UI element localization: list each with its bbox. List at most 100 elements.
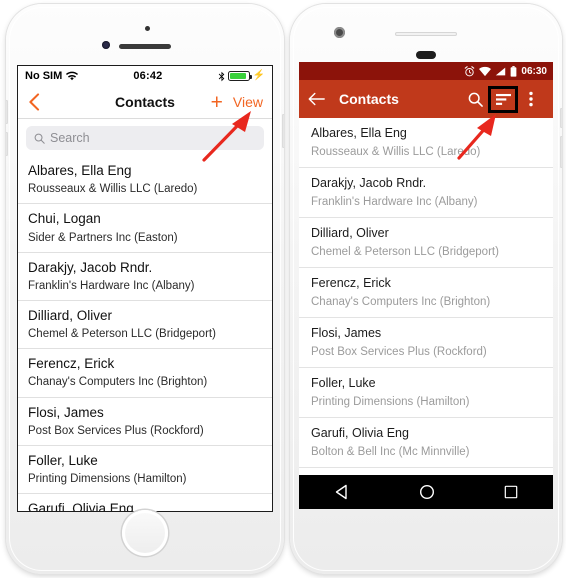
android-volume-button[interactable]	[560, 136, 562, 168]
android-device: 06:30 Contacts Albares, Ella Eng Roussea…	[290, 4, 562, 574]
contact-organization: Sider & Partners Inc (Easton)	[28, 231, 178, 244]
contact-name: Foller, Luke	[28, 452, 98, 468]
contact-row[interactable]: Garufi, Olivia Eng Bolton & Bell Inc (Mc …	[299, 417, 553, 468]
nav-recents-square-icon[interactable]	[504, 485, 518, 499]
wifi-icon	[66, 71, 79, 81]
search-icon	[34, 133, 45, 144]
ios-nav-actions: + View	[211, 92, 263, 113]
charging-bolt-icon: ⚡	[252, 70, 265, 81]
android-sensor-pill	[416, 51, 436, 59]
android-appbar-actions	[462, 85, 544, 113]
android-status-bar: 06:30	[299, 62, 553, 80]
contact-name: Garufi, Olivia Eng	[28, 501, 134, 511]
battery-icon	[511, 65, 517, 77]
ios-status-left: No SIM	[25, 70, 79, 82]
contact-name: Garufi, Olivia Eng	[311, 425, 409, 440]
contact-name: Albares, Ella Eng	[311, 126, 407, 140]
android-clock: 06:30	[521, 65, 547, 77]
contact-organization: Bolton & Bell Inc (Mc Minnville)	[311, 445, 470, 458]
contact-organization: Printing Dimensions (Hamilton)	[28, 473, 187, 486]
search-input[interactable]: Search	[26, 126, 264, 150]
contact-organization: Post Box Services Plus (Rockford)	[311, 345, 487, 358]
wifi-icon	[479, 66, 492, 76]
android-front-camera-icon	[334, 27, 345, 38]
arrow-back-icon[interactable]	[308, 92, 325, 106]
chevron-left-icon[interactable]	[27, 93, 41, 111]
search-button[interactable]	[462, 86, 488, 112]
android-earpiece-speaker	[395, 32, 457, 36]
contact-organization: Chemel & Peterson LLC (Bridgeport)	[28, 328, 216, 341]
ios-search-container: Search	[18, 119, 272, 156]
view-button[interactable]: View	[233, 94, 263, 110]
android-app-bar: Contacts	[299, 80, 553, 118]
dual-phone-screenshot: No SIM 06:42 ⚡ Contacts + View Search Al…	[0, 0, 566, 578]
contact-name: Ferencz, Erick	[311, 275, 391, 290]
contact-organization: Chanay's Computers Inc (Brighton)	[311, 295, 491, 308]
ios-carrier-label: No SIM	[25, 70, 63, 82]
contact-name: Albares, Ella Eng	[28, 163, 132, 178]
contact-row[interactable]: Albares, Ella Eng Rousseaux & Willis LLC …	[299, 118, 553, 168]
ios-contact-list[interactable]: Albares, Ella Eng Rousseaux & Willis LLC …	[18, 156, 272, 511]
add-contact-button[interactable]: +	[211, 92, 223, 113]
ios-status-right: ⚡	[218, 71, 265, 82]
contact-organization: Post Box Services Plus (Rockford)	[28, 424, 204, 437]
contact-row[interactable]: Garufi, Olivia EngBolton & Bell Inc (Mc …	[18, 494, 272, 511]
contact-organization: Chanay's Computers Inc (Brighton)	[28, 376, 208, 389]
ios-status-bar: No SIM 06:42 ⚡	[18, 66, 272, 86]
contact-row[interactable]: Chui, Logan Sider & Partners Inc (Easton)	[18, 204, 272, 253]
android-contact-list[interactable]: Albares, Ella Eng Rousseaux & Willis LLC …	[299, 118, 553, 489]
ios-clock: 06:42	[133, 70, 163, 82]
overflow-menu-button[interactable]	[518, 86, 544, 112]
android-navigation-bar	[299, 475, 553, 509]
contact-row[interactable]: Darakjy, Jacob Rndr. Franklin's Hardware …	[18, 253, 272, 301]
contact-name: Ferencz, Erick	[28, 356, 115, 372]
contact-row[interactable]: Albares, Ella Eng Rousseaux & Willis LLC …	[18, 156, 272, 205]
more-vertical-icon	[529, 91, 533, 107]
contact-row[interactable]: Dilliard, Oliver Chemel & Peterson LLC (B…	[18, 301, 272, 350]
iphone-earpiece-speaker	[119, 44, 171, 49]
contact-name: Dilliard, Oliver	[28, 307, 113, 323]
sort-button[interactable]	[488, 85, 518, 113]
nav-home-circle-icon[interactable]	[419, 484, 435, 500]
contact-row[interactable]: Foller, Luke Printing Dimensions (Hamilto…	[299, 367, 553, 418]
search-icon	[468, 92, 483, 107]
contact-row[interactable]: Ferencz, Erick Chanay's Computers Inc (Br…	[299, 267, 553, 318]
iphone-front-camera-icon	[102, 41, 110, 49]
signal-icon	[496, 67, 506, 75]
iphone-home-button[interactable]	[122, 510, 168, 556]
contact-row[interactable]: Darakjy, Jacob Rndr. Franklin's Hardware …	[299, 167, 553, 218]
contact-organization: Printing Dimensions (Hamilton)	[311, 395, 470, 408]
iphone-power-button[interactable]	[282, 114, 284, 148]
iphone-screen: No SIM 06:42 ⚡ Contacts + View Search Al…	[18, 66, 272, 511]
contact-name: Darakjy, Jacob Rndr.	[311, 175, 427, 190]
contact-row[interactable]: Flosi, James Post Box Services Plus (Rock…	[299, 317, 553, 368]
contact-row[interactable]: Dilliard, Oliver Chemel & Peterson LLC (B…	[299, 217, 553, 268]
contact-name: Darakjy, Jacob Rndr.	[28, 259, 153, 275]
iphone-volume-down-button[interactable]	[6, 132, 8, 156]
contact-name: Flosi, James	[311, 325, 382, 340]
contact-organization: Rousseaux & Willis LLC (Laredo)	[311, 145, 481, 158]
contact-organization: Chemel & Peterson LLC (Bridgeport)	[311, 245, 499, 258]
contact-row[interactable]: Foller, Luke Printing Dimensions (Hamilto…	[18, 446, 272, 495]
search-placeholder: Search	[50, 131, 90, 145]
page-title: Contacts	[339, 91, 399, 107]
iphone-device: No SIM 06:42 ⚡ Contacts + View Search Al…	[6, 4, 284, 574]
contact-row[interactable]: Flosi, James Post Box Services Plus (Rock…	[18, 398, 272, 446]
iphone-proximity-sensor-icon	[145, 26, 150, 31]
ios-navigation-bar: Contacts + View	[18, 86, 272, 119]
contact-organization: Rousseaux & Willis LLC (Laredo)	[28, 183, 198, 196]
android-screen: 06:30 Contacts Albares, Ella Eng Roussea…	[299, 62, 553, 509]
sort-icon	[495, 93, 511, 105]
contact-name: Flosi, James	[28, 404, 104, 420]
contact-organization: Franklin's Hardware Inc (Albany)	[311, 195, 478, 208]
contact-row[interactable]: Ferencz, Erick Chanay's Computers Inc (Br…	[18, 349, 272, 398]
contact-name: Foller, Luke	[311, 375, 376, 390]
nav-back-triangle-icon[interactable]	[334, 484, 350, 500]
iphone-volume-up-button[interactable]	[6, 100, 8, 124]
android-power-button[interactable]	[560, 108, 562, 128]
contact-organization: Franklin's Hardware Inc (Albany)	[28, 279, 195, 292]
contact-name: Dilliard, Oliver	[311, 225, 389, 240]
battery-icon	[227, 71, 252, 81]
contact-name: Chui, Logan	[28, 211, 101, 227]
alarm-clock-icon	[465, 65, 475, 76]
